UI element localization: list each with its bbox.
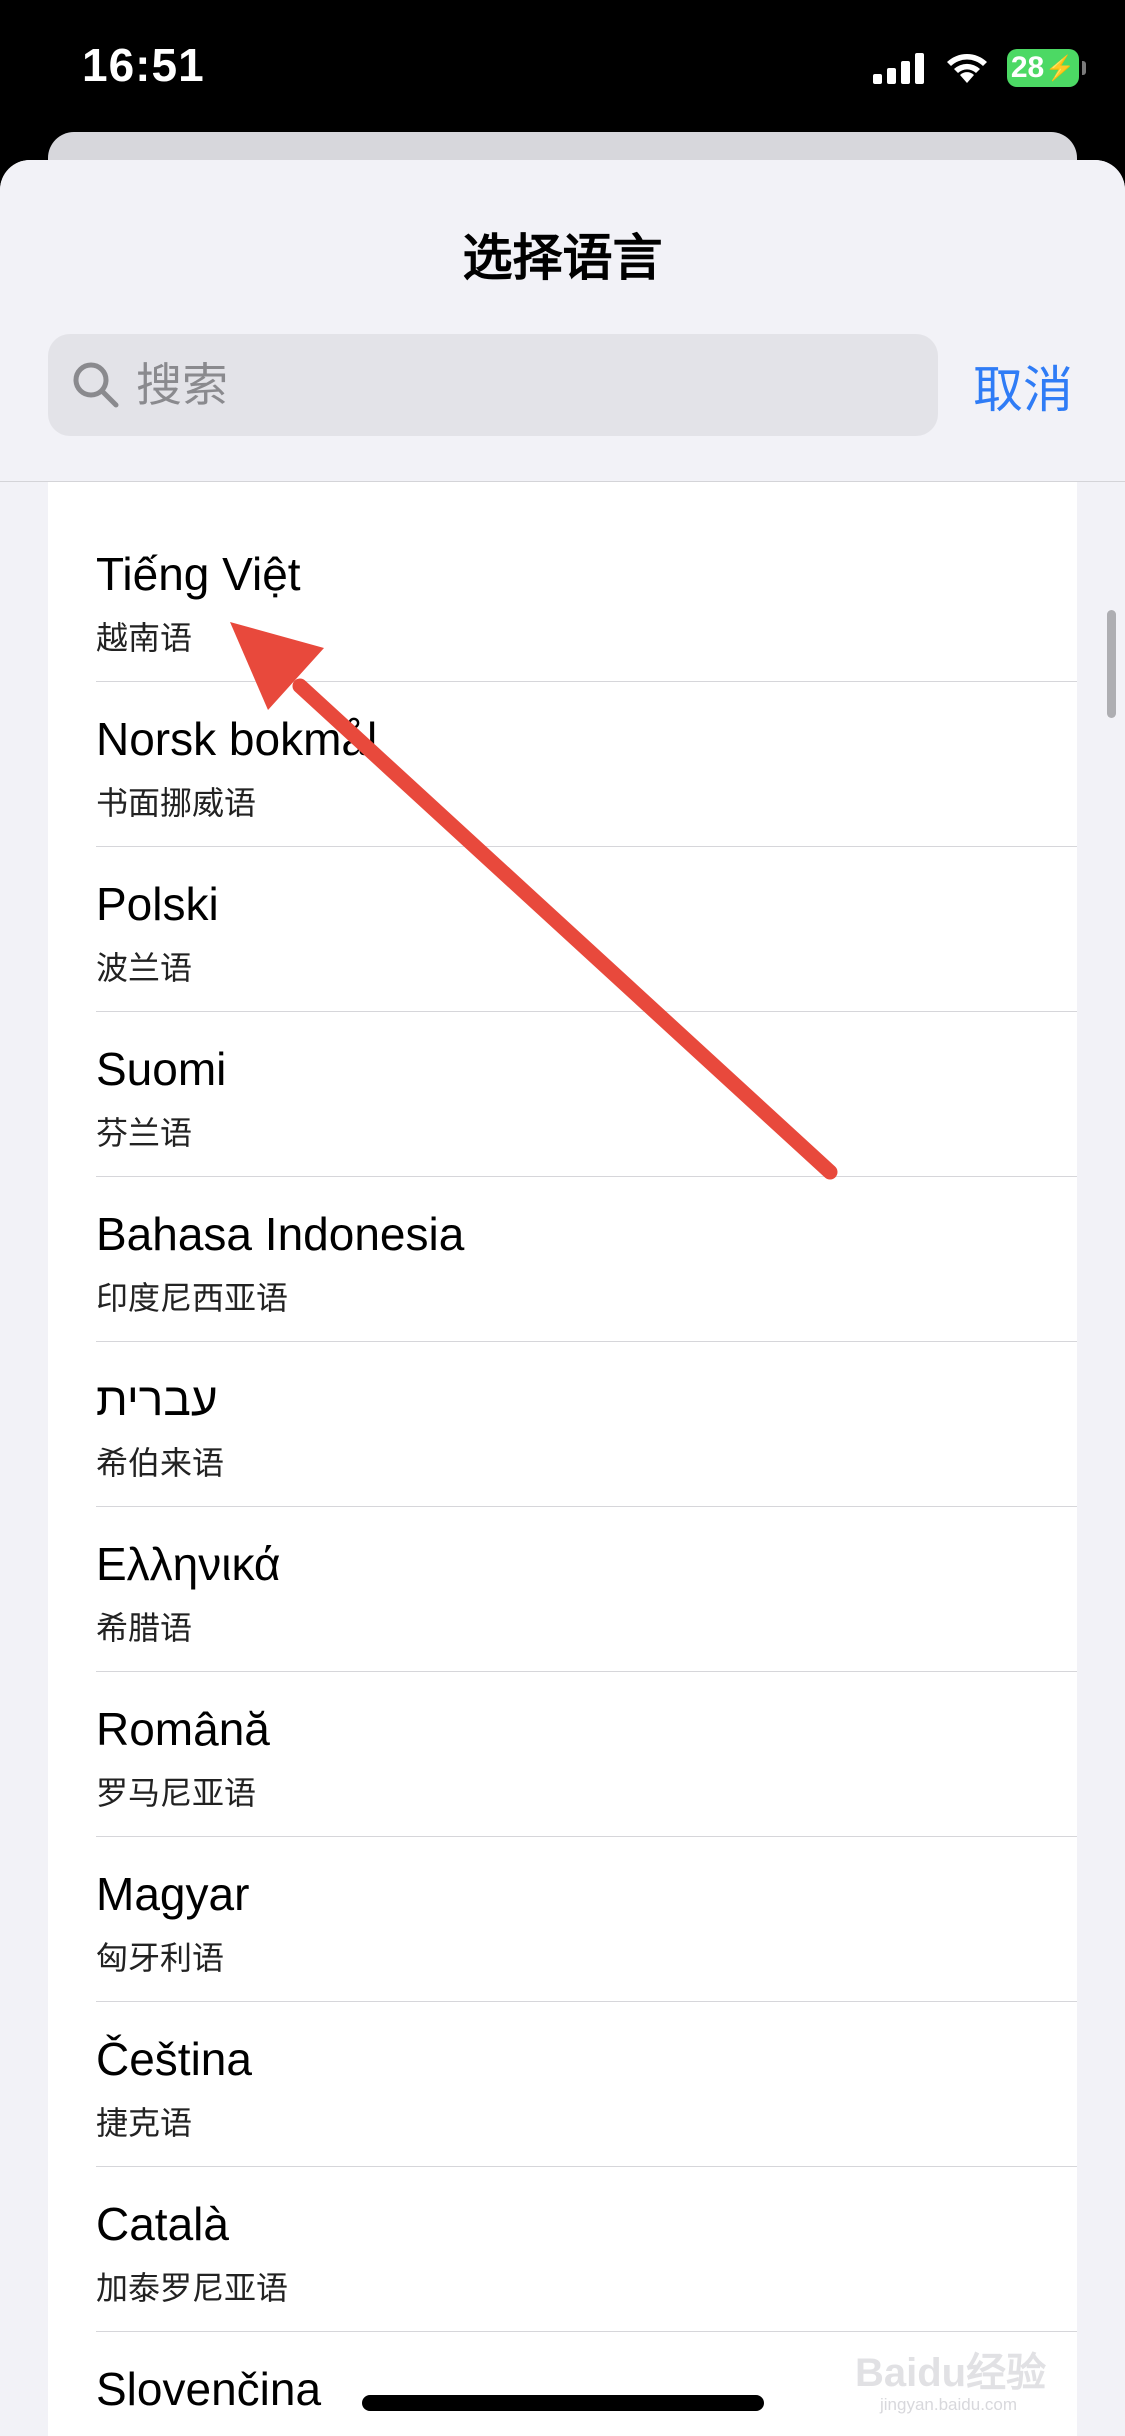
language-subtitle: 印度尼西亚语 (96, 1279, 289, 1317)
watermark-url: jingyan.baidu.com (880, 2395, 1018, 2414)
language-name: Tiếng Việt (96, 548, 301, 600)
language-name: Bahasa Indonesia (96, 1208, 465, 1260)
language-name: Magyar (96, 1868, 250, 1920)
charging-bolt-icon: ⚡ (1045, 54, 1076, 82)
search-bar[interactable] (48, 334, 938, 436)
language-subtitle: 波兰语 (96, 949, 193, 987)
language-name: Català (96, 2198, 229, 2250)
language-subtitle: 加泰罗尼亚语 (96, 2269, 289, 2307)
language-row-indonesian[interactable]: Bahasa Indonesia 印度尼西亚语 (48, 1177, 1077, 1342)
language-name: Slovenčina (96, 2363, 322, 2415)
language-name: Čeština (96, 2033, 252, 2085)
wifi-icon (947, 54, 987, 83)
language-row-norwegian[interactable]: Norsk bokmål 书面挪威语 (48, 682, 1077, 847)
language-subtitle: 匈牙利语 (96, 1939, 225, 1977)
language-subtitle: 希伯来语 (96, 1444, 225, 1482)
language-subtitle: 芬兰语 (96, 1114, 193, 1152)
language-subtitle: 罗马尼亚语 (96, 1774, 257, 1812)
status-time: 16:51 (82, 39, 205, 91)
language-row-finnish[interactable]: Suomi 芬兰语 (48, 1012, 1077, 1177)
language-row-romanian[interactable]: Română 罗马尼亚语 (48, 1672, 1077, 1837)
language-name: Suomi (96, 1043, 227, 1095)
cellular-signal-icon (873, 53, 924, 84)
language-name: Polski (96, 878, 219, 930)
scroll-indicator[interactable] (1107, 610, 1116, 718)
language-name: Norsk bokmål (96, 713, 378, 765)
watermark: Baidu经验 (855, 2351, 1047, 2395)
search-icon (73, 362, 119, 408)
language-picker-sheet: 选择语言 取消 Tiếng Việt 越南语 Norsk bokmål 书面挪威… (0, 160, 1125, 2436)
language-row-catalan[interactable]: Català 加泰罗尼亚语 (48, 2167, 1077, 2332)
language-row-czech[interactable]: Čeština 捷克语 (48, 2002, 1077, 2167)
language-row-hebrew[interactable]: עברית 希伯来语 (48, 1342, 1077, 1507)
search-input[interactable] (136, 358, 896, 412)
language-name: Română (96, 1703, 270, 1755)
home-indicator[interactable] (362, 2395, 764, 2411)
cancel-button[interactable]: 取消 (973, 350, 1073, 422)
language-subtitle: 斯洛伐克语 (96, 2428, 256, 2436)
language-subtitle: 希腊语 (96, 1609, 193, 1647)
battery-level: 28 (1010, 51, 1045, 84)
language-name: עברית (96, 1373, 218, 1425)
battery-icon: 28 ⚡ (1007, 49, 1086, 87)
language-subtitle: 捷克语 (96, 2104, 193, 2142)
language-row-hungarian[interactable]: Magyar 匈牙利语 (48, 1837, 1077, 2002)
language-subtitle: 越南语 (96, 619, 193, 657)
status-bar: 16:51 28 ⚡ (0, 0, 1125, 140)
sheet-title: 选择语言 (462, 229, 663, 287)
language-row-vietnamese[interactable]: Tiếng Việt 越南语 (48, 517, 1077, 682)
status-icons: 28 ⚡ (873, 46, 1086, 90)
sheet-header: 选择语言 取消 (0, 160, 1125, 482)
language-subtitle: 书面挪威语 (96, 784, 257, 822)
language-row-polish[interactable]: Polski 波兰语 (48, 847, 1077, 1012)
language-name: Ελληνικά (96, 1538, 281, 1590)
language-row-greek[interactable]: Ελληνικά 希腊语 (48, 1507, 1077, 1672)
